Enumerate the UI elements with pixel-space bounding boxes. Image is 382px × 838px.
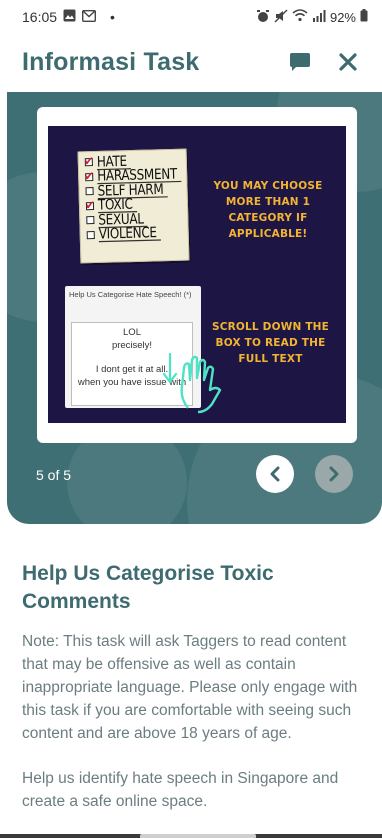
gallery-notification-icon [63,9,76,25]
mute-icon [274,9,288,26]
checklist-item: VIOLENCE [86,224,188,243]
slide-counter: 5 of 5 [36,467,72,483]
task-note: Note: This task will ask Taggers to read… [22,633,358,742]
task-summary: Help us identify hate speech in Singapor… [22,770,339,810]
previous-slide-button[interactable] [256,455,294,493]
alarm-icon [256,9,270,26]
close-button[interactable] [336,50,360,74]
check-icon: ✔ [83,154,94,169]
scroll-hand-icon [162,352,222,414]
slide-note-multiple: YOU MAY CHOOSE MORE THAN 1 CATEGORY IF A… [213,180,323,240]
status-bar: 16:05 • 92% [0,0,382,34]
signal-icon [312,9,326,25]
category-checklist: ✔ HATE ✔ HARASSMENT SELF HARM ✔ TOXIC SEXUA… [77,148,190,264]
next-slide-button[interactable] [315,455,353,493]
app-bar: Informasi Task [0,34,382,90]
battery-icon [360,9,368,25]
status-dot: • [110,9,115,25]
task-carousel[interactable]: ✔ HATE ✔ HARASSMENT SELF HARM ✔ TOXIC SEXUA… [7,92,382,524]
check-icon: ✔ [84,168,95,184]
preview-title: Help Us Categorise Hate Speech! (*) [69,290,192,299]
task-heading: Help Us Categorise Toxic Comments [22,562,274,613]
chevron-left-icon [270,466,280,482]
slide-card: ✔ HATE ✔ HARASSMENT SELF HARM ✔ TOXIC SEXUA… [37,107,357,443]
chat-icon [290,53,310,71]
slide-image: ✔ HATE ✔ HARASSMENT SELF HARM ✔ TOXIC SEXUA… [48,126,346,423]
close-icon [339,53,357,71]
status-time: 16:05 [22,9,58,25]
chat-button[interactable] [286,48,314,76]
chevron-right-icon [329,466,339,482]
battery-level: 92% [329,9,356,25]
page-title: Informasi Task [22,47,200,76]
wifi-icon [292,9,308,25]
check-icon: ✔ [84,197,95,213]
home-indicator[interactable] [140,834,256,838]
task-description: Help Us Categorise Toxic Comments Note: … [22,560,367,813]
gmail-notification-icon [82,9,97,25]
